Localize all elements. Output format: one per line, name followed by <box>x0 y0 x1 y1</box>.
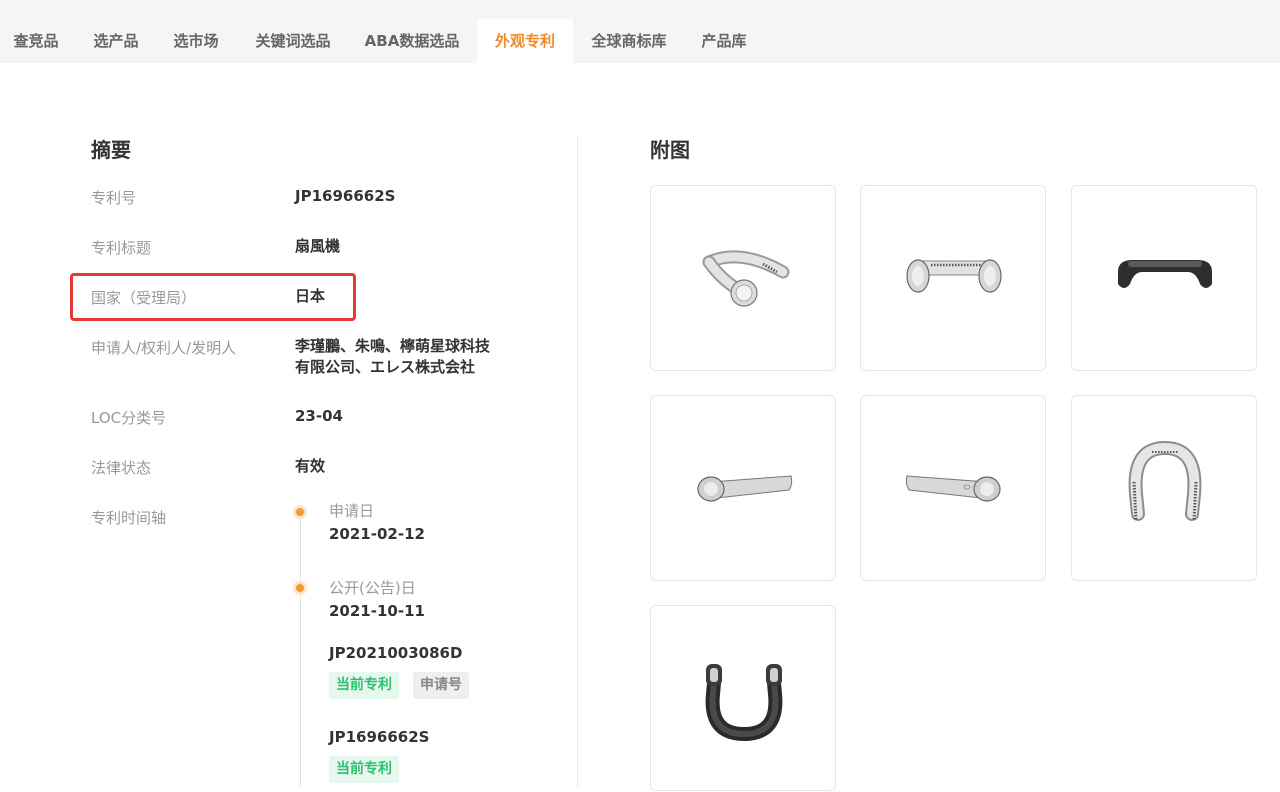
figure-thumbnail-top[interactable] <box>1071 395 1257 581</box>
current-patent-tag: 当前专利 <box>329 756 399 783</box>
summary-title: 摘要 <box>91 138 131 162</box>
tab-compare-products[interactable]: 查竞品 <box>0 19 72 63</box>
tab-aba-data-selection[interactable]: ABA数据选品 <box>356 19 468 63</box>
patent-title-label: 专利标题 <box>91 239 152 257</box>
neck-fan-front-image <box>906 259 1002 293</box>
legal-status-value: 有效 <box>295 457 326 475</box>
applicant-value-line2: 有限公司、エレス株式会社 <box>295 358 476 376</box>
neck-fan-bottom-image <box>705 664 783 742</box>
neck-fan-angled-image <box>702 250 790 307</box>
applicant-label: 申请人/权利人/发明人 <box>91 339 237 357</box>
related-patent-number[interactable]: JP2021003086D <box>329 644 462 662</box>
timeline-line <box>300 512 301 787</box>
tab-global-trademark[interactable]: 全球商标库 <box>582 19 676 63</box>
figures-title: 附图 <box>650 138 690 162</box>
tab-product-library[interactable]: 产品库 <box>686 19 762 63</box>
filing-date-label: 申请日 <box>329 502 375 520</box>
publication-date-value: 2021-10-11 <box>329 602 425 620</box>
tab-select-market[interactable]: 选市场 <box>160 19 232 63</box>
figure-thumbnail-angled[interactable] <box>650 185 836 371</box>
neck-fan-back-image <box>1118 260 1212 288</box>
patent-number-value: JP1696662S <box>295 187 396 205</box>
filing-date-value: 2021-02-12 <box>329 525 425 543</box>
timeline-dot <box>293 581 307 595</box>
country-value: 日本 <box>295 287 326 305</box>
figure-thumbnail-bottom[interactable] <box>650 605 836 791</box>
loc-class-label: LOC分类号 <box>91 409 167 427</box>
neck-fan-right-side-image <box>905 475 1001 502</box>
country-label: 国家（受理局） <box>91 289 197 307</box>
patent-number-label: 专利号 <box>91 189 137 207</box>
timeline-label: 专利时间轴 <box>91 509 167 527</box>
publication-date-label: 公开(公告)日 <box>329 579 416 597</box>
loc-class-value: 23-04 <box>295 407 343 425</box>
neck-fan-top-image <box>1128 440 1202 521</box>
tab-bar: 查竞品 选产品 选市场 关键词选品 ABA数据选品 外观专利 全球商标库 产品库 <box>0 0 1280 63</box>
patent-title-value: 扇風機 <box>295 237 341 255</box>
current-patent-tag: 当前专利 <box>329 672 399 699</box>
figure-thumbnail-front[interactable] <box>860 185 1046 371</box>
legal-status-label: 法律状态 <box>91 459 152 477</box>
tab-select-products[interactable]: 选产品 <box>80 19 152 63</box>
figure-thumbnail-back[interactable] <box>1071 185 1257 371</box>
neck-fan-left-side-image <box>697 475 793 502</box>
application-number-tag: 申请号 <box>413 672 469 699</box>
column-divider <box>577 135 578 787</box>
timeline-dot <box>293 505 307 519</box>
tab-design-patent[interactable]: 外观专利 <box>477 19 573 63</box>
figure-thumbnail-left-side[interactable] <box>650 395 836 581</box>
applicant-value-line1: 李瑾鵬、朱鳴、檸萌星球科技 <box>295 337 491 355</box>
tab-keyword-selection[interactable]: 关键词选品 <box>240 19 346 63</box>
related-patent-number[interactable]: JP1696662S <box>329 728 429 746</box>
figure-thumbnail-right-side[interactable] <box>860 395 1046 581</box>
